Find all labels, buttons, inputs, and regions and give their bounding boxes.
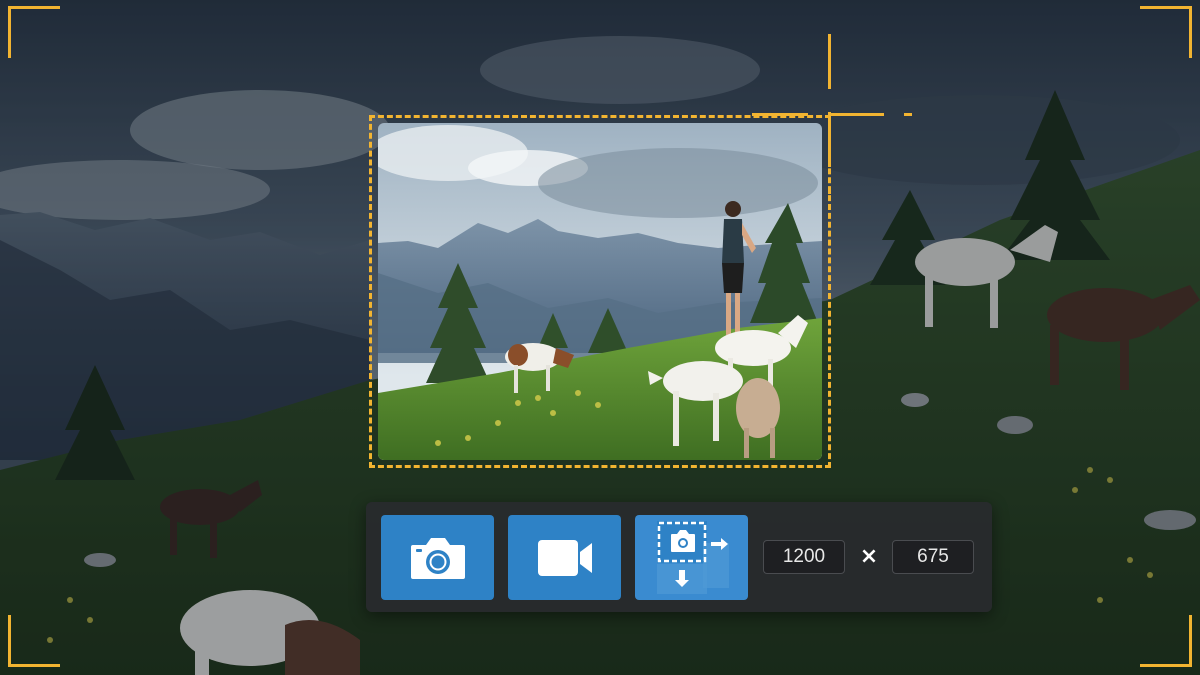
record-video-button[interactable] [508,515,621,600]
capture-region-button[interactable] [635,515,748,600]
frame-corner-top-left [8,6,60,58]
capture-toolbar: 1200 × 675 [366,502,992,612]
video-camera-icon [537,539,592,576]
multiply-sign: × [859,544,879,569]
capture-width-input[interactable]: 1200 [763,540,845,574]
capture-selection-region[interactable] [369,115,831,468]
camera-icon [410,537,465,579]
region-capture-icon [656,520,729,594]
selected-photo-preview [378,123,822,460]
capture-height-input[interactable]: 675 [892,540,974,574]
frame-corner-bottom-right [1140,615,1192,667]
screenshot-button[interactable] [381,515,494,600]
frame-corner-bottom-left [8,615,60,667]
frame-corner-top-right [1140,6,1192,58]
crosshair-horizontal-line [752,113,912,116]
